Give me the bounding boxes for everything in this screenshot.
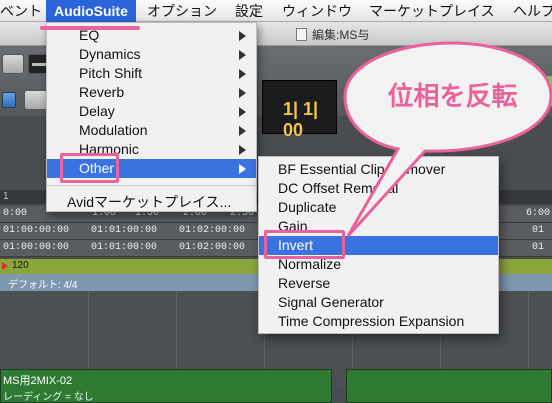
menu-help[interactable]: ヘルプ [505,0,552,22]
menu-item-delay[interactable]: Delay [47,102,256,121]
menu-event[interactable]: ベント [0,0,50,22]
annotation-underline [40,26,140,30]
tempo-marker-icon[interactable] [2,262,8,270]
submenu-arrow-icon [239,50,246,60]
annotation-highlight-other [60,153,119,183]
menu-item-dynamics[interactable]: Dynamics [47,45,256,64]
menu-item-modulation[interactable]: Modulation [47,121,256,140]
ruler-tick: 01:00:00:00 [3,242,70,253]
menu-item-avid-marketplace[interactable]: Avidマーケットプレイス... [47,191,256,210]
bar-ruler-label: 1 [3,191,9,202]
submenu-item-label: Reverse [278,275,331,291]
submenu-item-bf-clip-remover[interactable]: BF Essential Clip Remover [259,160,498,179]
document-icon [296,28,307,41]
menu-item-label: Modulation [79,122,148,138]
main-counter: 1| 1| 00 [262,80,337,140]
submenu-item-dc-offset[interactable]: DC Offset Removal [259,179,498,198]
ruler-tick: 01:02:00:00 [179,225,246,236]
window-title: 編集:MS与 [312,28,370,42]
menu-options[interactable]: オプション [139,0,225,22]
submenu-arrow-icon [239,126,246,136]
ruler-tick: 01:01:00:00 [91,225,158,236]
submenu-arrow-icon [239,107,246,117]
submenu-item-label: Duplicate [278,199,337,215]
grid-button[interactable] [24,90,48,110]
submenu-item-signal-generator[interactable]: Signal Generator [259,293,498,312]
audiosuite-menu: EQ Dynamics Pitch Shift Reverb Delay Mod… [46,22,257,212]
ruler-tick: 6:00 [526,208,551,219]
ruler-tick: 01:01:00:00 [91,242,158,253]
audio-clip[interactable] [346,369,552,403]
submenu-item-label: Time Compression Expansion [278,313,465,329]
submenu-item-duplicate[interactable]: Duplicate [259,198,498,217]
audio-clip[interactable]: MS用2MIX-02 レーディング = なし [0,369,332,403]
menu-window[interactable]: ウィンドウ [274,0,360,22]
menu-item-label: Pitch Shift [79,65,143,81]
ruler-tick: 01:02:00:00 [179,242,246,253]
menu-setup[interactable]: 設定 [227,0,271,22]
menu-audiosuite[interactable]: AudioSuite [46,0,136,22]
menu-item-label: Reverb [79,84,125,100]
submenu-item-label: BF Essential Clip Remover [278,161,446,177]
meter-label: デフォルト: 4/4 [8,280,78,291]
submenu-item-reverse[interactable]: Reverse [259,274,498,293]
annotation-highlight-invert [264,230,345,259]
annotation-callout-text: 位相を反転 [387,82,518,112]
tool-button[interactable] [2,54,24,74]
menu-item-label: Delay [79,103,115,119]
status-indicator: 2 [538,76,552,106]
tempo-value: 120 [12,260,29,271]
ruler-tick: 01:00:00:00 [3,225,70,236]
submenu-arrow-icon [239,31,246,41]
submenu-arrow-icon [239,145,246,155]
ruler-tick: 01 [532,225,545,236]
menu-item-reverb[interactable]: Reverb [47,83,256,102]
submenu-arrow-icon [239,164,246,174]
submenu-item-label: DC Offset Removal [278,180,399,196]
submenu-item-label: Signal Generator [278,294,384,310]
menu-bar: ベント AudioSuite オプション 設定 ウィンドウ マーケットプレイス … [0,0,552,22]
counter-value: 1| 1| 00 [283,99,319,140]
menu-marketplace[interactable]: マーケットプレイス [361,0,503,22]
clip-subtitle: レーディング = なし [3,392,94,403]
submenu-item-time-compression[interactable]: Time Compression Expansion [259,312,498,331]
menu-item-pitch-shift[interactable]: Pitch Shift [47,64,256,83]
ruler-tick: 01 [532,242,545,253]
menu-item-label: Dynamics [79,46,141,62]
ruler-tick: 0:00 [3,208,28,219]
edit-mode-button[interactable] [2,92,16,108]
submenu-arrow-icon [239,88,246,98]
menu-item-label: Avidマーケットプレイス... [67,194,232,210]
status-indicator-label: 2 [540,84,547,98]
menu-separator [47,185,256,186]
clip-name: MS用2MIX-02 [3,375,73,387]
submenu-arrow-icon [239,69,246,79]
